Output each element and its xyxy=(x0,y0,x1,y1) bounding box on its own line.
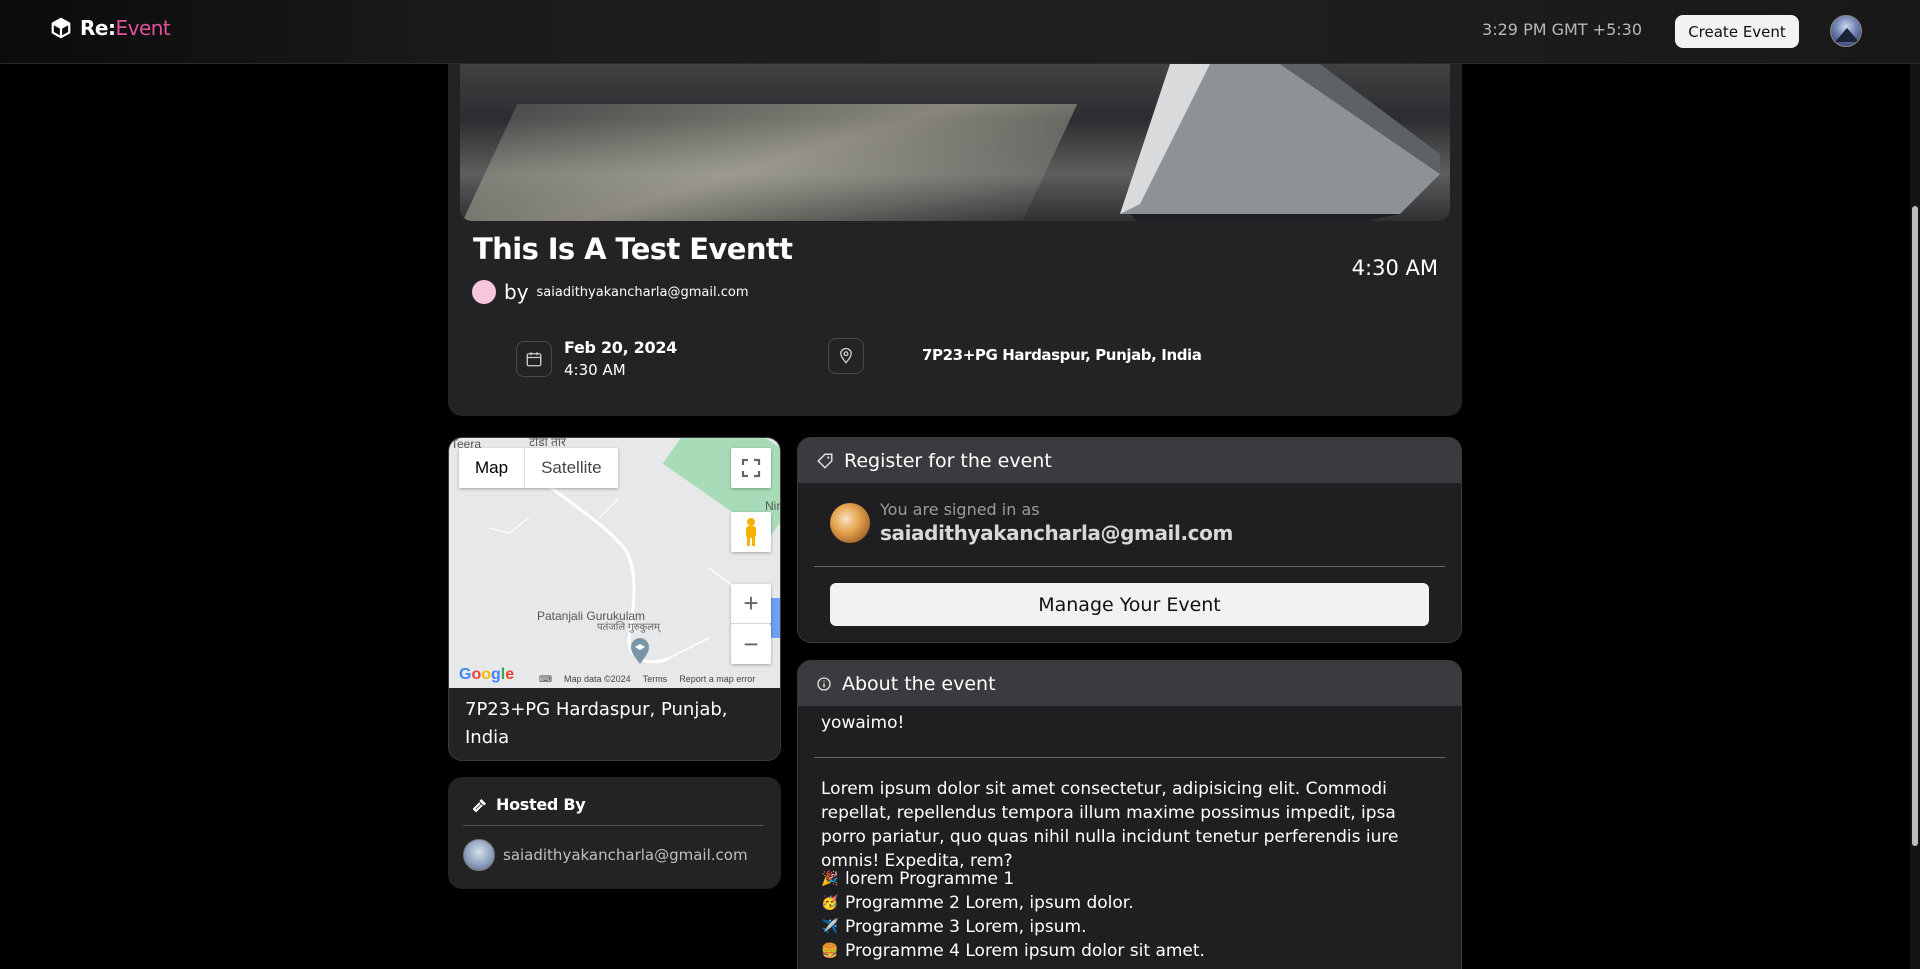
party-face-icon: 🥳 xyxy=(821,895,839,911)
create-event-button[interactable]: Create Event xyxy=(1675,15,1799,48)
current-time: 3:29 PM GMT +5:30 xyxy=(1482,20,1642,39)
map-terms-link[interactable]: Terms xyxy=(643,674,668,685)
google-map[interactable]: Teera टोडा तार Nir Patanjali Gurukulam प… xyxy=(449,438,781,688)
calendar-icon xyxy=(516,340,552,377)
party-popper-icon: 🎉 xyxy=(821,871,839,887)
airplane-wing-image xyxy=(1120,64,1440,221)
airplane-icon: ✈️ xyxy=(821,919,839,935)
hosted-by-header: Hosted By xyxy=(472,795,586,814)
register-header: Register for the event xyxy=(798,438,1461,483)
brand-name: Re:Event xyxy=(80,16,171,40)
event-date-block: Feb 20, 2024 4:30 AM xyxy=(516,338,677,379)
street-view-pegman-icon[interactable] xyxy=(731,512,771,552)
map-type-toggle: Map Satellite xyxy=(459,448,618,488)
by-label: by xyxy=(504,280,529,304)
tag-icon xyxy=(817,453,833,469)
host-entry: saiadithyakancharla@gmail.com xyxy=(463,839,748,871)
divider xyxy=(463,825,763,826)
map-label-hindi: टोडा तार xyxy=(529,438,566,449)
fullscreen-icon[interactable] xyxy=(731,448,771,488)
cube-icon xyxy=(51,17,71,39)
organizer-row: by saiadithyakancharla@gmail.com xyxy=(472,280,749,304)
manage-event-button[interactable]: Manage Your Event xyxy=(830,583,1429,626)
burger-icon: 🍔 xyxy=(821,943,839,959)
map-label-ni: Nir xyxy=(765,499,781,513)
signed-in-avatar xyxy=(830,502,870,543)
keyboard-icon[interactable]: ⌨ xyxy=(539,674,552,685)
host-avatar xyxy=(463,839,495,871)
map-data-label: Map data ©2024 xyxy=(564,674,631,684)
host-email: saiadithyakancharla@gmail.com xyxy=(503,846,748,864)
signed-in-email: saiadithyakancharla@gmail.com xyxy=(880,521,1233,545)
map-label-place-hindi: पतंजलि गुरुकुलम् xyxy=(597,622,660,633)
organizer-avatar xyxy=(472,280,496,304)
graduation-cap-map-pin-icon[interactable] xyxy=(628,635,652,665)
map-address: 7P23+PG Hardaspur, Punjab, India xyxy=(465,699,728,748)
page-scrollbar[interactable] xyxy=(1910,64,1920,969)
scrollbar-thumb[interactable] xyxy=(1912,206,1918,846)
zoom-in-icon[interactable]: + xyxy=(731,584,771,624)
event-cover-image xyxy=(460,64,1450,221)
organizer-email: saiadithyakancharla@gmail.com xyxy=(536,284,749,300)
signed-in-label: You are signed in as xyxy=(880,500,1040,519)
programme-text: lorem Programme 1 xyxy=(845,869,1015,889)
about-card: About the event yowaimo! Lorem ipsum dol… xyxy=(797,660,1462,969)
map-type-satellite-button[interactable]: Satellite xyxy=(525,448,617,488)
zoom-out-icon[interactable]: − xyxy=(731,624,771,664)
event-date-time: 4:30 AM xyxy=(564,361,626,379)
divider xyxy=(814,566,1445,567)
map-footer: ⌨ Map data ©2024 Terms Report a map erro… xyxy=(539,674,755,685)
event-title: This Is A Test Eventt xyxy=(473,232,793,266)
register-title: Register for the event xyxy=(844,449,1052,472)
signed-in-row: You are signed in as saiadithyakancharla… xyxy=(830,500,1233,545)
top-navbar: Re:Event 3:29 PM GMT +5:30 Create Event xyxy=(0,0,1920,64)
programme-text: Programme 4 Lorem ipsum dolor sit amet. xyxy=(845,941,1205,961)
about-greeting: yowaimo! xyxy=(821,713,905,733)
about-title: About the event xyxy=(842,672,996,695)
list-item: 🍔 Programme 4 Lorem ipsum dolor sit amet. xyxy=(821,939,1205,963)
hammer-icon xyxy=(472,798,486,812)
brand-logo[interactable]: Re:Event xyxy=(50,16,171,40)
list-item: ✈️ Programme 3 Lorem, ipsum. xyxy=(821,915,1205,939)
event-location-block xyxy=(828,338,864,374)
programme-text: Programme 2 Lorem, ipsum dolor. xyxy=(845,893,1134,913)
programme-list: 🎉 lorem Programme 1 🥳 Programme 2 Lorem, i… xyxy=(821,867,1205,963)
map-report-link[interactable]: Report a map error xyxy=(679,674,755,685)
event-date: Feb 20, 2024 xyxy=(564,338,678,357)
register-card: Register for the event You are signed in… xyxy=(797,437,1462,643)
user-avatar[interactable] xyxy=(1830,15,1862,47)
google-logo[interactable]: Google xyxy=(459,666,514,684)
about-header: About the event xyxy=(798,661,1461,706)
programme-text: Programme 3 Lorem, ipsum. xyxy=(845,917,1087,937)
location-map-card: Teera टोडा तार Nir Patanjali Gurukulam प… xyxy=(448,437,781,761)
event-time: 4:30 AM xyxy=(1351,256,1438,280)
hosted-by-title: Hosted By xyxy=(496,795,586,814)
map-type-map-button[interactable]: Map xyxy=(459,448,526,488)
divider xyxy=(814,757,1445,758)
list-item: 🎉 lorem Programme 1 xyxy=(821,867,1205,891)
hosted-by-card: Hosted By saiadithyakancharla@gmail.com xyxy=(448,777,781,889)
list-item: 🥳 Programme 2 Lorem, ipsum dolor. xyxy=(821,891,1205,915)
map-label-place: Patanjali Gurukulam xyxy=(537,609,646,623)
info-icon xyxy=(817,676,831,691)
map-pin-icon xyxy=(828,338,864,374)
event-location: 7P23+PG Hardaspur, Punjab, India xyxy=(922,346,1202,364)
event-header-card: This Is A Test Eventt 4:30 AM by saiadit… xyxy=(448,64,1462,416)
about-description: Lorem ipsum dolor sit amet consectetur, … xyxy=(821,779,1399,871)
